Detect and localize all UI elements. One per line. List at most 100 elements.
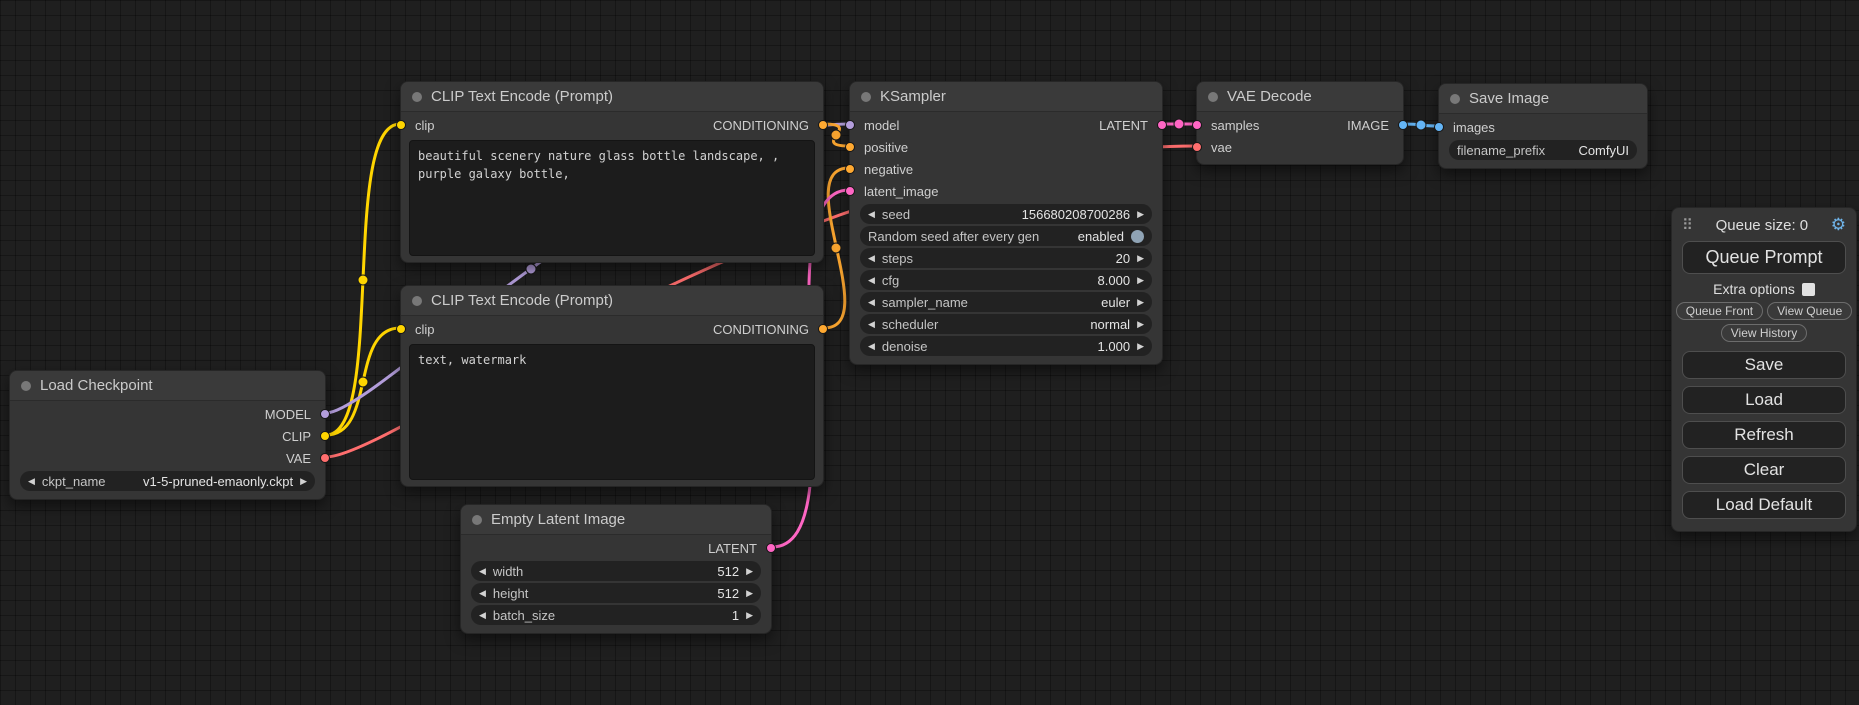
refresh-button[interactable]: Refresh xyxy=(1682,421,1846,449)
widget-steps[interactable]: ◀ steps 20 ▶ xyxy=(860,248,1152,268)
output-dot-conditioning[interactable] xyxy=(818,120,828,130)
view-history-button[interactable]: View History xyxy=(1721,324,1807,342)
wire-midpoint-dot xyxy=(358,377,368,387)
widget-ckpt-name[interactable]: ◀ ckpt_name v1-5-pruned-emaonly.ckpt ▶ xyxy=(20,471,315,491)
input-dot-latent-image[interactable] xyxy=(845,186,855,196)
node-empty-latent-image[interactable]: Empty Latent Image LATENT ◀ width 512 ▶ … xyxy=(460,504,772,634)
widget-denoise[interactable]: ◀ denoise 1.000 ▶ xyxy=(860,336,1152,356)
widget-height[interactable]: ◀ height 512 ▶ xyxy=(471,583,761,603)
widget-sampler-name[interactable]: ◀ sampler_name euler ▶ xyxy=(860,292,1152,312)
slot-row-model-latent: model LATENT xyxy=(850,114,1162,136)
decrement-arrow-icon[interactable]: ◀ xyxy=(868,342,875,351)
collapse-dot-icon[interactable] xyxy=(1208,92,1218,102)
output-dot-vae[interactable] xyxy=(320,453,330,463)
wire-midpoint-dot xyxy=(358,275,368,285)
input-dot-model[interactable] xyxy=(845,120,855,130)
decrement-arrow-icon[interactable]: ◀ xyxy=(868,276,875,285)
node-clip-text-encode-negative[interactable]: CLIP Text Encode (Prompt) clip CONDITION… xyxy=(400,285,824,487)
collapse-dot-icon[interactable] xyxy=(1450,94,1460,104)
node-clip-text-encode-positive[interactable]: CLIP Text Encode (Prompt) clip CONDITION… xyxy=(400,81,824,263)
increment-arrow-icon[interactable]: ▶ xyxy=(300,477,307,486)
increment-arrow-icon[interactable]: ▶ xyxy=(1137,342,1144,351)
collapse-dot-icon[interactable] xyxy=(21,381,31,391)
input-dot-positive[interactable] xyxy=(845,142,855,152)
widget-random-seed-toggle[interactable]: Random seed after every gen enabled xyxy=(860,226,1152,246)
clear-button[interactable]: Clear xyxy=(1682,456,1846,484)
widget-batch-size[interactable]: ◀ batch_size 1 ▶ xyxy=(471,605,761,625)
increment-arrow-icon[interactable]: ▶ xyxy=(746,589,753,598)
positive-prompt-textarea[interactable]: beautiful scenery nature glass bottle la… xyxy=(409,140,815,256)
node-ksampler[interactable]: KSampler model LATENT positive negative … xyxy=(849,81,1163,365)
node-title: VAE Decode xyxy=(1227,88,1312,105)
increment-arrow-icon[interactable]: ▶ xyxy=(1137,276,1144,285)
slot-input-images: images xyxy=(1439,116,1647,138)
increment-arrow-icon[interactable]: ▶ xyxy=(1137,298,1144,307)
decrement-arrow-icon[interactable]: ◀ xyxy=(28,477,35,486)
widget-filename-prefix[interactable]: filename_prefix ComfyUI xyxy=(1449,140,1637,160)
output-dot-clip[interactable] xyxy=(320,431,330,441)
settings-gear-icon[interactable]: ⚙ xyxy=(1831,215,1846,235)
input-dot-vae[interactable] xyxy=(1192,142,1202,152)
decrement-arrow-icon[interactable]: ◀ xyxy=(868,210,875,219)
input-dot-clip[interactable] xyxy=(396,120,406,130)
node-title-bar[interactable]: KSampler xyxy=(850,82,1162,112)
output-dot-latent[interactable] xyxy=(1157,120,1167,130)
decrement-arrow-icon[interactable]: ◀ xyxy=(479,611,486,620)
increment-arrow-icon[interactable]: ▶ xyxy=(1137,210,1144,219)
node-title: CLIP Text Encode (Prompt) xyxy=(431,292,613,309)
negative-prompt-textarea[interactable]: text, watermark xyxy=(409,344,815,480)
wire-midpoint-dot xyxy=(1174,119,1184,129)
collapse-dot-icon[interactable] xyxy=(412,92,422,102)
slot-output-model: MODEL xyxy=(10,403,325,425)
input-dot-clip[interactable] xyxy=(396,324,406,334)
wire-midpoint-dot xyxy=(1416,120,1426,130)
collapse-dot-icon[interactable] xyxy=(472,515,482,525)
load-default-button[interactable]: Load Default xyxy=(1682,491,1846,519)
decrement-arrow-icon[interactable]: ◀ xyxy=(868,320,875,329)
node-title-bar[interactable]: CLIP Text Encode (Prompt) xyxy=(401,286,823,316)
queue-front-button[interactable]: Queue Front xyxy=(1676,302,1763,320)
widget-seed[interactable]: ◀ seed 156680208700286 ▶ xyxy=(860,204,1152,224)
increment-arrow-icon[interactable]: ▶ xyxy=(1137,320,1144,329)
slot-output-vae: VAE xyxy=(10,447,325,469)
node-title-bar[interactable]: VAE Decode xyxy=(1197,82,1403,112)
output-dot-image[interactable] xyxy=(1398,120,1408,130)
node-title-bar[interactable]: CLIP Text Encode (Prompt) xyxy=(401,82,823,112)
node-vae-decode[interactable]: VAE Decode samples IMAGE vae xyxy=(1196,81,1404,165)
input-dot-images[interactable] xyxy=(1434,122,1444,132)
drag-handle-icon[interactable]: ⠿ xyxy=(1682,216,1693,234)
save-button[interactable]: Save xyxy=(1682,351,1846,379)
output-dot-model[interactable] xyxy=(320,409,330,419)
node-title-bar[interactable]: Save Image xyxy=(1439,84,1647,114)
output-dot-latent[interactable] xyxy=(766,543,776,553)
input-dot-samples[interactable] xyxy=(1192,120,1202,130)
decrement-arrow-icon[interactable]: ◀ xyxy=(479,589,486,598)
widget-cfg[interactable]: ◀ cfg 8.000 ▶ xyxy=(860,270,1152,290)
decrement-arrow-icon[interactable]: ◀ xyxy=(868,254,875,263)
collapse-dot-icon[interactable] xyxy=(861,92,871,102)
node-title-bar[interactable]: Empty Latent Image xyxy=(461,505,771,535)
view-queue-button[interactable]: View Queue xyxy=(1767,302,1852,320)
increment-arrow-icon[interactable]: ▶ xyxy=(746,567,753,576)
node-save-image[interactable]: Save Image images filename_prefix ComfyU… xyxy=(1438,83,1648,169)
toggle-knob-icon[interactable] xyxy=(1131,230,1144,243)
widget-width[interactable]: ◀ width 512 ▶ xyxy=(471,561,761,581)
decrement-arrow-icon[interactable]: ◀ xyxy=(479,567,486,576)
slot-input-positive: positive xyxy=(850,136,1162,158)
collapse-dot-icon[interactable] xyxy=(412,296,422,306)
queue-panel[interactable]: ⠿ Queue size: 0 ⚙ Queue Prompt Extra opt… xyxy=(1671,207,1857,532)
widget-scheduler[interactable]: ◀ scheduler normal ▶ xyxy=(860,314,1152,334)
queue-prompt-button[interactable]: Queue Prompt xyxy=(1682,241,1846,274)
extra-options-checkbox[interactable] xyxy=(1802,283,1815,296)
decrement-arrow-icon[interactable]: ◀ xyxy=(868,298,875,307)
output-dot-conditioning[interactable] xyxy=(818,324,828,334)
node-load-checkpoint[interactable]: Load Checkpoint MODEL CLIP VAE ◀ ckpt_na… xyxy=(9,370,326,500)
increment-arrow-icon[interactable]: ▶ xyxy=(746,611,753,620)
wire-midpoint-dot xyxy=(831,130,841,140)
load-button[interactable]: Load xyxy=(1682,386,1846,414)
node-title-bar[interactable]: Load Checkpoint xyxy=(10,371,325,401)
input-dot-negative[interactable] xyxy=(845,164,855,174)
node-graph-canvas[interactable]: Load Checkpoint MODEL CLIP VAE ◀ ckpt_na… xyxy=(0,0,1859,705)
increment-arrow-icon[interactable]: ▶ xyxy=(1137,254,1144,263)
node-title: Save Image xyxy=(1469,90,1549,107)
